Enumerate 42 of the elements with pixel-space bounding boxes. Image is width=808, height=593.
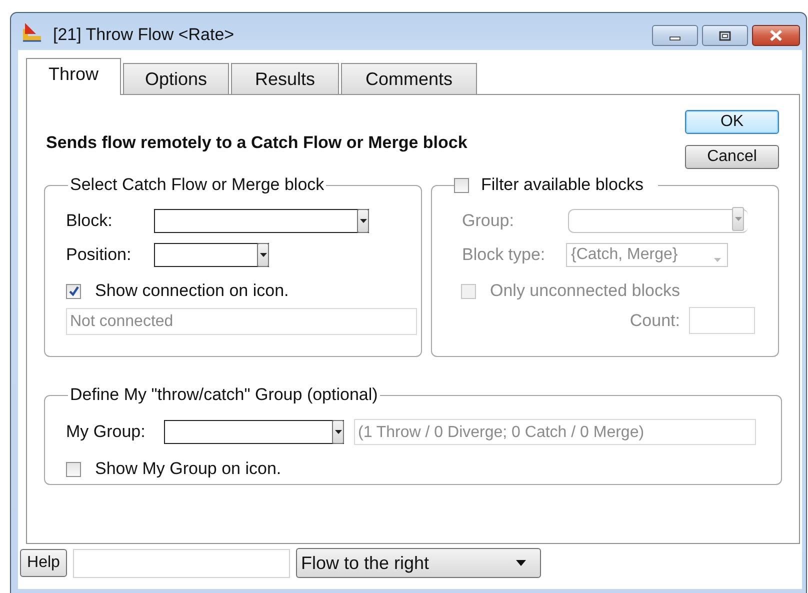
field-label: Group: xyxy=(462,211,515,231)
tab[interactable]: Throw xyxy=(26,58,121,95)
close-icon xyxy=(769,30,783,41)
group-title: Define My "throw/catch" Group (optional) xyxy=(69,385,379,405)
dropdown-arrow-icon xyxy=(360,219,366,223)
dropdown[interactable] xyxy=(154,243,269,267)
minimize-button[interactable] xyxy=(652,25,698,46)
app-logo-icon xyxy=(22,22,42,42)
dropdown-arrow-icon xyxy=(260,253,266,257)
field-label: Block type: xyxy=(462,245,546,265)
input-field[interactable] xyxy=(73,548,290,578)
dropdown[interactable] xyxy=(154,209,369,233)
field-label: My Group: xyxy=(66,422,146,442)
checkbox-label: Only unconnected blocks xyxy=(490,281,680,301)
dropdown[interactable] xyxy=(164,420,344,444)
tab[interactable]: Comments xyxy=(341,63,477,94)
maximize-icon xyxy=(719,30,731,40)
field-label: Count: xyxy=(630,310,680,330)
status-field: Not connected xyxy=(66,308,417,335)
cancel-button[interactable]: Cancel xyxy=(685,145,779,169)
help-button[interactable]: Help xyxy=(20,549,67,577)
checkbox-label: Filter available blocks xyxy=(481,175,644,195)
field-label: Block: xyxy=(66,211,114,231)
close-button[interactable] xyxy=(752,25,800,46)
checkbox-label: Show connection on icon. xyxy=(95,281,289,301)
dropdown-arrow-icon xyxy=(334,430,342,434)
tab[interactable]: Results xyxy=(231,63,339,94)
maximize-button[interactable] xyxy=(702,25,748,46)
field-label: Position: xyxy=(66,245,132,265)
description-text: Sends flow remotely to a Catch Flow or Merge block xyxy=(46,132,468,152)
ok-button[interactable]: OK xyxy=(685,110,779,134)
dropdown-arrow-icon xyxy=(714,258,721,262)
dropdown-arrow-icon xyxy=(516,560,526,566)
checkbox-label: Show My Group on icon. xyxy=(95,459,282,479)
summary-field: (1 Throw / 0 Diverge; 0 Catch / 0 Merge) xyxy=(354,419,756,445)
dropdown[interactable]: Flow to the right xyxy=(296,548,541,578)
checkbox[interactable] xyxy=(66,284,81,298)
checkbox[interactable] xyxy=(66,462,81,476)
tab[interactable]: Options xyxy=(123,63,229,94)
dropdown-arrow-icon xyxy=(734,217,742,221)
window-title: [21] Throw Flow <Rate> xyxy=(53,24,234,44)
group-title: Select Catch Flow or Merge block xyxy=(69,175,326,195)
